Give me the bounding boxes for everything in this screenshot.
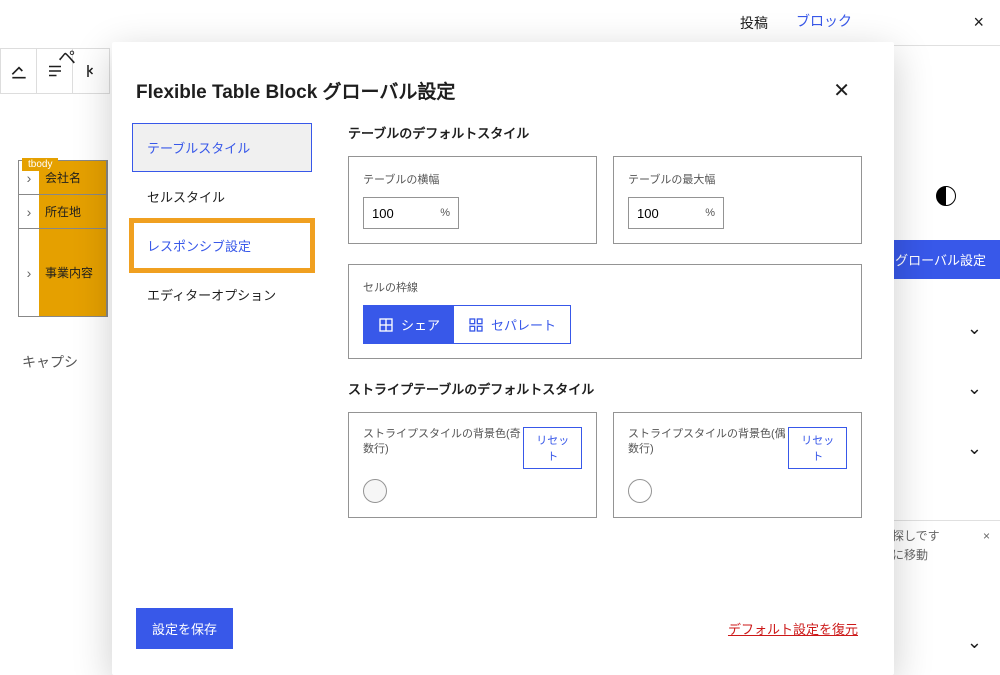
cell-border-panel: セルの枠線 シェア [348,264,862,359]
width-input-group: % [363,197,459,229]
stripe-odd-panel: ストライプスタイルの背景色(奇数行) リセット [348,412,597,518]
maxwidth-input-group: % [628,197,724,229]
border-separate-button[interactable]: セパレート [454,306,570,343]
tab-table-style[interactable]: テーブルスタイル [132,123,312,172]
border-share-button[interactable]: シェア [364,306,454,343]
section-default-style-title: テーブルのデフォルトスタイル [348,123,862,142]
tbody-badge: tbody [22,158,58,171]
maxwidth-unit: % [705,207,723,219]
section-stripe-title: ストライプテーブルのデフォルトスタイル [348,379,862,398]
maxwidth-input[interactable] [629,200,689,227]
settings-tabs: テーブルスタイル セルスタイル レスポンシブ設定 エディターオプション [132,123,312,518]
stripe-odd-header: ストライプスタイルの背景色(奇数行) リセット [363,427,582,469]
separate-icon [468,317,484,333]
tab-editor-option[interactable]: エディターオプション [132,270,312,319]
border-toggle-group: シェア セパレート [363,305,571,344]
modal-body: テーブルスタイル セルスタイル レスポンシブ設定 エディターオプション テーブル… [132,123,862,518]
share-icon [378,317,394,333]
border-label: セルの枠線 [363,279,847,295]
stripe-even-label: ストライプスタイルの背景色(偶数行) [628,427,788,458]
save-settings-button[interactable]: 設定を保存 [136,608,233,649]
stripe-odd-color-swatch[interactable] [363,479,387,503]
stripe-even-panel: ストライプスタイルの背景色(偶数行) リセット [613,412,862,518]
border-panels-row: セルの枠線 シェア [348,264,862,359]
stripe-odd-label: ストライプスタイルの背景色(奇数行) [363,427,523,458]
reset-odd-button[interactable]: リセット [523,427,582,469]
stripe-panels-row: ストライプスタイルの背景色(奇数行) リセット ストライプスタイルの背景色(偶数… [348,412,862,518]
width-unit: % [440,207,458,219]
restore-defaults-link[interactable]: デフォルト設定を復元 [728,619,858,638]
stripe-even-color-swatch[interactable] [628,479,652,503]
global-settings-modal: Flexible Table Block グローバル設定 ✕ テーブルスタイル … [112,42,894,675]
maxwidth-label: テーブルの最大幅 [628,171,847,187]
settings-content: テーブルのデフォルトスタイル テーブルの横幅 % テーブルの最大幅 % [348,123,862,518]
tab-cell-style[interactable]: セルスタイル [132,172,312,221]
stripe-even-header: ストライプスタイルの背景色(偶数行) リセット [628,427,847,469]
table-maxwidth-panel: テーブルの最大幅 % [613,156,862,244]
reset-even-button[interactable]: リセット [788,427,847,469]
modal-close-button[interactable]: ✕ [825,74,858,107]
modal-header: Flexible Table Block グローバル設定 ✕ [132,70,862,123]
width-input[interactable] [364,200,424,227]
width-label: テーブルの横幅 [363,171,582,187]
modal-footer: 設定を保存 デフォルト設定を復元 [132,608,862,649]
width-panels-row: テーブルの横幅 % テーブルの最大幅 % [348,156,862,244]
tab-responsive[interactable]: レスポンシブ設定 [132,221,312,270]
table-width-panel: テーブルの横幅 % [348,156,597,244]
modal-overlay: Flexible Table Block グローバル設定 ✕ テーブルスタイル … [0,0,1000,654]
modal-title: Flexible Table Block グローバル設定 [136,77,455,104]
